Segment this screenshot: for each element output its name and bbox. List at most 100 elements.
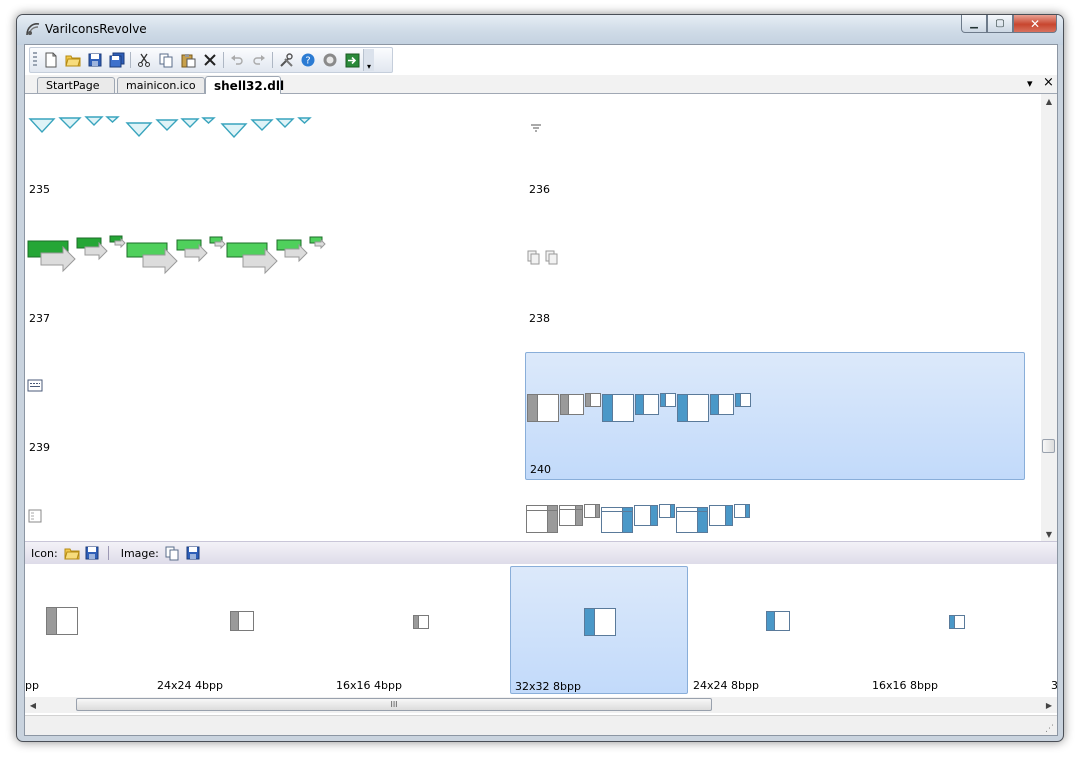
close-button[interactable]: ✕ [1013, 15, 1057, 33]
window-title: VariIconsRevolve [45, 22, 147, 36]
icon-index-label: 238 [529, 312, 550, 325]
icon-grid: 235 236 237 238 239 240 [25, 94, 1041, 541]
undo-button[interactable] [226, 50, 248, 70]
maximize-icon: ▢ [995, 18, 1005, 29]
icon-cell-235[interactable]: 235 [25, 94, 525, 222]
main-toolbar: ? ▾ [29, 47, 393, 73]
format-horizontal-scrollbar[interactable]: ◀ III ▶ [25, 697, 1057, 713]
icon-cell-236[interactable]: 236 [525, 94, 1025, 222]
new-file-icon [45, 52, 57, 68]
cut-icon [138, 53, 150, 67]
icon-cell-242[interactable] [525, 481, 1025, 541]
format-item[interactable]: 24x24 8bpp [689, 566, 867, 694]
scroll-thumb[interactable]: III [76, 698, 712, 711]
tab-startpage[interactable]: StartPage [37, 77, 115, 93]
grid-vertical-scrollbar[interactable]: ▲ ▼ [1041, 94, 1057, 541]
small-filter-icon [531, 124, 541, 132]
scroll-up-icon[interactable]: ▲ [1041, 94, 1057, 108]
icon-label: Icon: [31, 546, 58, 560]
scroll-right-icon[interactable]: ▶ [1041, 698, 1057, 712]
format-item[interactable]: 16x16 8bpp [868, 566, 1046, 694]
image-copy-button[interactable] [163, 544, 183, 562]
toolbar-grip[interactable] [33, 52, 37, 68]
open-folder-icon [65, 55, 81, 67]
image-save-button[interactable] [183, 544, 203, 562]
thumb-grip: III [390, 700, 398, 709]
title-bar[interactable]: VariIconsRevolve ▁ ▢ ✕ [17, 15, 1063, 45]
format-label: 16x16 4bpp [336, 679, 402, 692]
app-logo-icon [26, 23, 40, 36]
save-button[interactable] [84, 50, 106, 70]
close-tab-icon[interactable]: × [1043, 75, 1054, 90]
svg-text:?: ? [305, 56, 310, 67]
panel-layout-preview-icon [46, 607, 78, 635]
icon-cell-238[interactable]: 238 [525, 223, 1025, 351]
icon-cell-241[interactable] [25, 481, 525, 541]
icon-cell-239[interactable]: 239 [25, 352, 525, 480]
tab-mainicon[interactable]: mainicon.ico [117, 77, 205, 93]
format-item[interactable]: 16x16 4bpp [332, 566, 510, 694]
toolbar-separator [272, 52, 273, 68]
delete-icon [204, 54, 216, 66]
copy-icon [165, 546, 179, 560]
about-icon [323, 53, 337, 67]
icon-save-button[interactable] [82, 544, 102, 562]
save-icon [186, 546, 200, 560]
status-bar: ⋰ [25, 715, 1057, 735]
minimize-button[interactable]: ▁ [961, 15, 987, 33]
document-tabstrip: StartPage mainicon.ico shell32.dll ▾ × [25, 75, 1057, 94]
tab-shell32[interactable]: shell32.dll [205, 76, 284, 94]
panel-layout-preview-icon [230, 611, 254, 631]
image-format-list: pp 24x24 4bpp 16x16 4bpp 32x32 8bpp 24x2… [25, 564, 1057, 696]
close-icon: ✕ [1029, 16, 1041, 31]
scroll-down-icon[interactable]: ▼ [1041, 527, 1057, 541]
open-button[interactable] [62, 50, 84, 70]
format-label: 24x24 8bpp [693, 679, 759, 692]
format-item[interactable]: 3 [1047, 566, 1057, 694]
scroll-thumb[interactable] [1042, 439, 1055, 453]
minimize-icon: ▁ [970, 18, 978, 29]
image-label: Image: [120, 546, 159, 560]
paste-icon [181, 53, 195, 67]
chevron-down-icon: ▾ [366, 62, 371, 71]
help-button[interactable]: ? [297, 50, 319, 70]
format-item[interactable]: 24x24 4bpp [153, 566, 331, 694]
copy-icon [159, 53, 172, 67]
about-button[interactable] [319, 50, 341, 70]
cut-button[interactable] [133, 50, 155, 70]
tools-icon [279, 52, 293, 67]
toolbar-separator [130, 52, 131, 68]
exit-icon [345, 53, 359, 67]
redo-button[interactable] [248, 50, 270, 70]
resize-grip-icon[interactable]: ⋰ [1045, 724, 1054, 734]
panel-separator [107, 546, 109, 560]
icon-open-button[interactable] [62, 544, 82, 562]
icon-cell-237[interactable]: 237 [25, 223, 525, 351]
format-item-selected[interactable]: 32x32 8bpp [510, 566, 688, 694]
copy-button[interactable] [155, 50, 177, 70]
panel-layout-preview-icon [413, 615, 429, 629]
icon-cell-240[interactable]: 240 [525, 352, 1025, 480]
exit-button[interactable] [341, 50, 363, 70]
tab-list-dropdown-icon[interactable]: ▾ [1027, 77, 1033, 90]
panel-layout-preview-icon [949, 615, 965, 629]
paste-button[interactable] [177, 50, 199, 70]
copy-pages-icon [527, 250, 558, 265]
tools-button[interactable] [275, 50, 297, 70]
delete-button[interactable] [199, 50, 221, 70]
new-file-button[interactable] [40, 50, 62, 70]
icon-index-label: 235 [29, 183, 50, 196]
window-layout-icon-set [526, 504, 750, 533]
icon-index-label: 239 [29, 441, 50, 454]
document-icon [28, 509, 42, 523]
panel-layout-preview-icon [584, 608, 616, 636]
format-label: 3 [1051, 679, 1057, 692]
scroll-left-icon[interactable]: ◀ [25, 698, 41, 712]
client-area: ? ▾ StartPage mainicon.ico shell32.dll ▾… [24, 44, 1058, 736]
icon-index-label: 236 [529, 183, 550, 196]
format-label: 16x16 8bpp [872, 679, 938, 692]
tab-label: mainicon.ico [126, 79, 196, 92]
maximize-button[interactable]: ▢ [987, 15, 1013, 33]
toolbar-overflow-button[interactable]: ▾ [363, 49, 374, 71]
save-all-button[interactable] [106, 50, 128, 70]
